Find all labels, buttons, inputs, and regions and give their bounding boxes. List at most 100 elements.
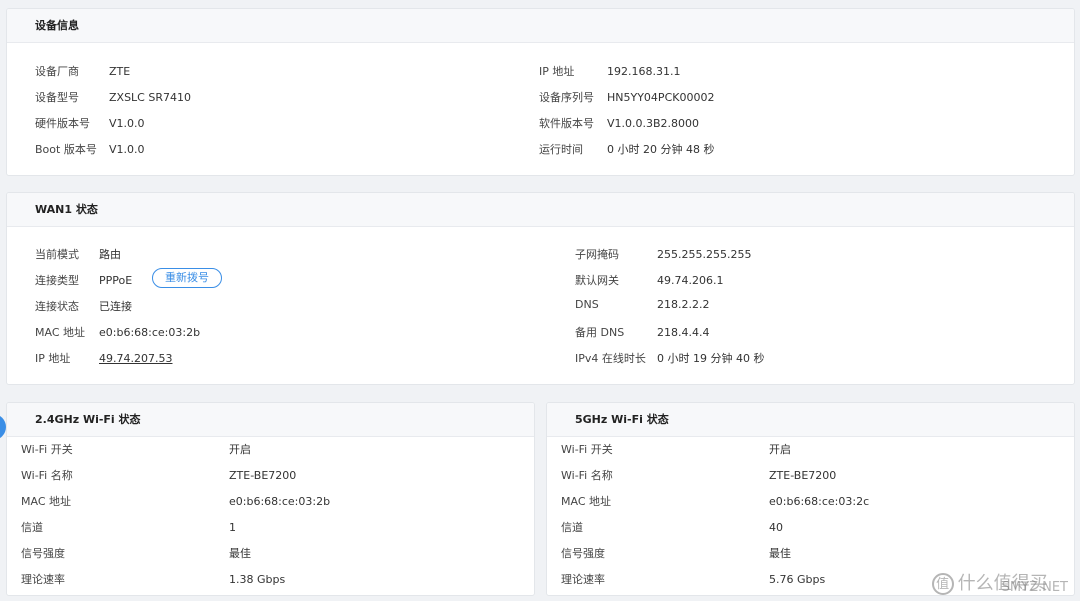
wifi-5ghz-ssid-value: ZTE-BE7200 (769, 469, 837, 482)
lan-ip-label: IP 地址 (539, 65, 575, 78)
watermark: 值什么值得买SMYZ.NET (931, 569, 1068, 595)
wifi-5ghz-mac-value: e0:b6:68:ce:03:2c (769, 495, 870, 508)
serial-number-value: HN5YY04PCK00002 (607, 91, 715, 104)
wifi-5ghz-switch-value: 开启 (769, 443, 791, 456)
backup-dns-label: 备用 DNS (575, 326, 625, 339)
software-version-value: V1.0.0.3B2.8000 (607, 117, 700, 130)
hardware-version-value: V1.0.0 (109, 117, 145, 130)
wifi-24ghz-signal-row: 信号强度 最佳 (7, 541, 534, 567)
subnet-mask-label: 子网掩码 (575, 248, 619, 261)
wifi-24ghz-ssid-value: ZTE-BE7200 (229, 469, 297, 482)
device-model-value: ZXSLC SR7410 (109, 91, 191, 104)
wan-connection-type-value: PPPoE (99, 274, 133, 287)
dns-value: 218.2.2.2 (657, 298, 710, 311)
software-version-label: 软件版本号 (539, 117, 594, 130)
wifi-24ghz-title: 2.4GHz Wi-Fi 状态 (7, 403, 534, 437)
wan-mode-label: 当前模式 (35, 248, 79, 261)
wifi-24ghz-switch-row: Wi-Fi 开关 开启 (7, 437, 534, 463)
serial-number-label: 设备序列号 (539, 91, 594, 104)
wifi-24ghz-mac-value: e0:b6:68:ce:03:2b (229, 495, 331, 508)
wan-ip-link[interactable]: 49.74.207.53 (99, 352, 172, 365)
wifi-24ghz-rate-row: 理论速率 1.38 Gbps (7, 567, 534, 593)
uptime-value: 0 小时 20 分钟 48 秒 (607, 143, 715, 156)
boot-version-row: Boot 版本号 V1.0.0 (35, 141, 145, 157)
wifi-5ghz-ssid-label: Wi-Fi 名称 (561, 469, 613, 482)
wifi-5ghz-signal-label: 信号强度 (561, 547, 605, 560)
subnet-mask-row: 子网掩码 255.255.255.255 (575, 246, 751, 262)
wifi-24ghz-mac-label: MAC 地址 (21, 495, 71, 508)
wifi-5ghz-panel: 5GHz Wi-Fi 状态 Wi-Fi 开关 开启 Wi-Fi 名称 ZTE-B… (546, 402, 1075, 596)
wan-mac-value: e0:b6:68:ce:03:2b (99, 326, 201, 339)
wan-connection-status-value: 已连接 (99, 300, 132, 313)
wan-connection-type-label: 连接类型 (35, 274, 79, 287)
wifi-5ghz-signal-row: 信号强度 最佳 (547, 541, 1074, 567)
wifi-5ghz-channel-value: 40 (769, 521, 783, 534)
device-vendor-value: ZTE (109, 65, 131, 78)
wifi-5ghz-mac-label: MAC 地址 (561, 495, 611, 508)
device-model-label: 设备型号 (35, 91, 79, 104)
backup-dns-row: 备用 DNS 218.4.4.4 (575, 324, 709, 340)
ipv4-online-time-row: IPv4 在线时长 0 小时 19 分钟 40 秒 (575, 350, 764, 366)
wifi-24ghz-signal-label: 信号强度 (21, 547, 65, 560)
device-info-panel: 设备信息 设备厂商 ZTE 设备型号 ZXSLC SR7410 硬件版本号 V1.0.… (6, 8, 1075, 176)
wifi-24ghz-rate-label: 理论速率 (21, 573, 65, 586)
device-vendor-label: 设备厂商 (35, 65, 79, 78)
wan-connection-status-label: 连接状态 (35, 300, 79, 313)
wan-status-title: WAN1 状态 (7, 193, 1074, 227)
wifi-5ghz-switch-row: Wi-Fi 开关 开启 (547, 437, 1074, 463)
wifi-5ghz-channel-row: 信道 40 (547, 515, 1074, 541)
wifi-5ghz-title: 5GHz Wi-Fi 状态 (547, 403, 1074, 437)
wan-status-panel: WAN1 状态 当前模式 路由 连接类型 PPPoE 重新拨号 连接状态 已连接 MA… (6, 192, 1075, 385)
wifi-5ghz-channel-label: 信道 (561, 521, 583, 534)
wan-ip-row: IP 地址 49.74.207.53 (35, 350, 172, 366)
wifi-24ghz-ssid-row: Wi-Fi 名称 ZTE-BE7200 (7, 463, 534, 489)
wan-connection-type-row: 连接类型 PPPoE (35, 272, 132, 288)
uptime-row: 运行时间 0 小时 20 分钟 48 秒 (539, 141, 714, 157)
wan-mac-label: MAC 地址 (35, 326, 85, 339)
dns-label: DNS (575, 298, 599, 311)
ipv4-online-time-value: 0 小时 19 分钟 40 秒 (657, 352, 765, 365)
wan-mode-row: 当前模式 路由 (35, 246, 121, 262)
hardware-version-row: 硬件版本号 V1.0.0 (35, 115, 145, 131)
uptime-label: 运行时间 (539, 143, 583, 156)
dns-row: DNS 218.2.2.2 (575, 298, 709, 311)
redial-button[interactable]: 重新拨号 (152, 268, 222, 288)
lan-ip-value: 192.168.31.1 (607, 65, 681, 78)
default-gateway-label: 默认网关 (575, 274, 619, 287)
boot-version-label: Boot 版本号 (35, 143, 97, 156)
wifi-24ghz-ssid-label: Wi-Fi 名称 (21, 469, 73, 482)
backup-dns-value: 218.4.4.4 (657, 326, 710, 339)
lan-ip-row: IP 地址 192.168.31.1 (539, 63, 680, 79)
wifi-24ghz-channel-value: 1 (229, 521, 236, 534)
wifi-24ghz-switch-label: Wi-Fi 开关 (21, 443, 73, 456)
subnet-mask-value: 255.255.255.255 (657, 248, 752, 261)
wan-mac-row: MAC 地址 e0:b6:68:ce:03:2b (35, 324, 200, 340)
wifi-5ghz-rate-value: 5.76 Gbps (769, 573, 826, 586)
wifi-24ghz-signal-value: 最佳 (229, 547, 251, 560)
device-info-title: 设备信息 (7, 9, 1074, 43)
wan-connection-status-row: 连接状态 已连接 (35, 298, 132, 314)
watermark-site: SMYZ.NET (1001, 580, 1068, 595)
device-vendor-row: 设备厂商 ZTE (35, 63, 130, 79)
wifi-24ghz-panel: 2.4GHz Wi-Fi 状态 Wi-Fi 开关 开启 Wi-Fi 名称 ZTE… (6, 402, 535, 596)
software-version-row: 软件版本号 V1.0.0.3B2.8000 (539, 115, 699, 131)
watermark-logo-icon: 值 (931, 573, 954, 595)
serial-number-row: 设备序列号 HN5YY04PCK00002 (539, 89, 714, 105)
wifi-24ghz-rate-value: 1.38 Gbps (229, 573, 286, 586)
boot-version-value: V1.0.0 (109, 143, 145, 156)
ipv4-online-time-label: IPv4 在线时长 (575, 352, 646, 365)
wifi-5ghz-signal-value: 最佳 (769, 547, 791, 560)
default-gateway-row: 默认网关 49.74.206.1 (575, 272, 723, 288)
wifi-5ghz-ssid-row: Wi-Fi 名称 ZTE-BE7200 (547, 463, 1074, 489)
hardware-version-label: 硬件版本号 (35, 117, 90, 130)
wifi-24ghz-switch-value: 开启 (229, 443, 251, 456)
wifi-5ghz-rate-label: 理论速率 (561, 573, 605, 586)
wan-ip-label: IP 地址 (35, 352, 71, 365)
wifi-24ghz-mac-row: MAC 地址 e0:b6:68:ce:03:2b (7, 489, 534, 515)
wan-mode-value: 路由 (99, 248, 121, 261)
wifi-24ghz-channel-row: 信道 1 (7, 515, 534, 541)
wifi-5ghz-mac-row: MAC 地址 e0:b6:68:ce:03:2c (547, 489, 1074, 515)
wifi-24ghz-channel-label: 信道 (21, 521, 43, 534)
default-gateway-value: 49.74.206.1 (657, 274, 724, 287)
device-model-row: 设备型号 ZXSLC SR7410 (35, 89, 191, 105)
